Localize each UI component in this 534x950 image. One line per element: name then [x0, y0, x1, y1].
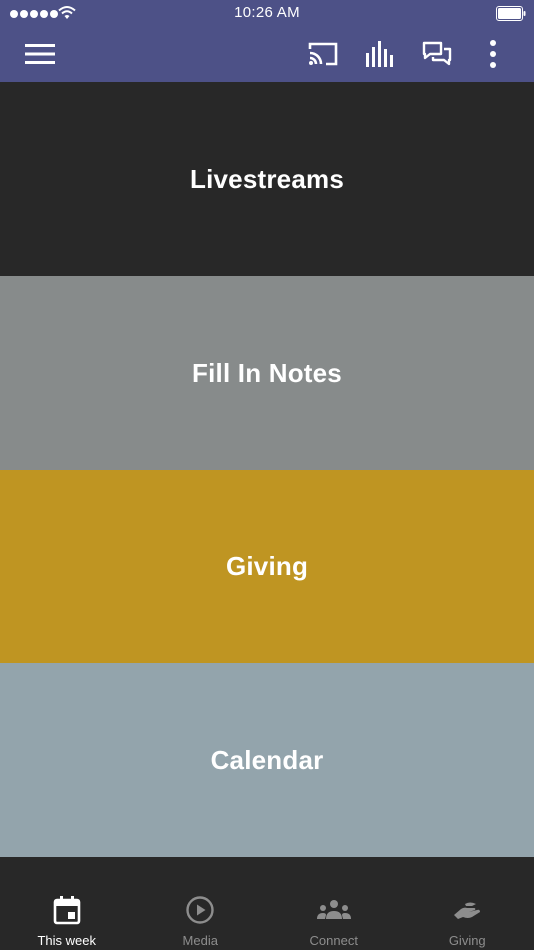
- nav-item-connect[interactable]: Connect: [267, 857, 401, 950]
- cast-button[interactable]: [304, 38, 342, 70]
- calendar-icon: [53, 896, 81, 925]
- equalizer-icon: [366, 41, 393, 67]
- top-app-bar: 10:26 AM: [0, 0, 534, 82]
- nav-item-giving[interactable]: Giving: [401, 857, 534, 950]
- nav-label: Connect: [309, 933, 358, 948]
- nav-label: Media: [182, 933, 218, 948]
- more-vert-icon: [490, 40, 496, 68]
- cast-icon: [308, 42, 338, 66]
- bottom-navigation: This week Media Connect Giving: [0, 857, 534, 950]
- battery-icon: [496, 6, 526, 21]
- status-bar: 10:26 AM: [0, 0, 534, 28]
- chat-button[interactable]: [418, 38, 456, 70]
- more-options-button[interactable]: [482, 38, 504, 70]
- tile-label: Fill In Notes: [192, 357, 342, 388]
- nav-label: Giving: [448, 933, 486, 948]
- nav-item-this-week[interactable]: This week: [0, 857, 134, 950]
- people-icon: [316, 900, 351, 919]
- chat-icon: [422, 41, 452, 66]
- menu-button[interactable]: [22, 38, 58, 70]
- tile-label: Calendar: [210, 744, 324, 775]
- tile-livestreams[interactable]: Livestreams: [0, 82, 534, 276]
- menu-icon: [25, 44, 55, 64]
- nav-item-media[interactable]: Media: [134, 857, 268, 950]
- giving-hand-icon: [454, 902, 481, 919]
- tile-fill-in-notes[interactable]: Fill In Notes: [0, 276, 534, 470]
- audio-button[interactable]: [362, 38, 398, 70]
- tile-calendar[interactable]: Calendar: [0, 663, 534, 857]
- nav-label: This week: [37, 933, 97, 948]
- tile-label: Livestreams: [190, 163, 344, 194]
- play-circle-icon: [186, 896, 214, 924]
- tile-label: Giving: [225, 551, 309, 581]
- tile-giving[interactable]: Giving: [0, 470, 534, 663]
- status-time: 10:26 AM: [234, 4, 300, 21]
